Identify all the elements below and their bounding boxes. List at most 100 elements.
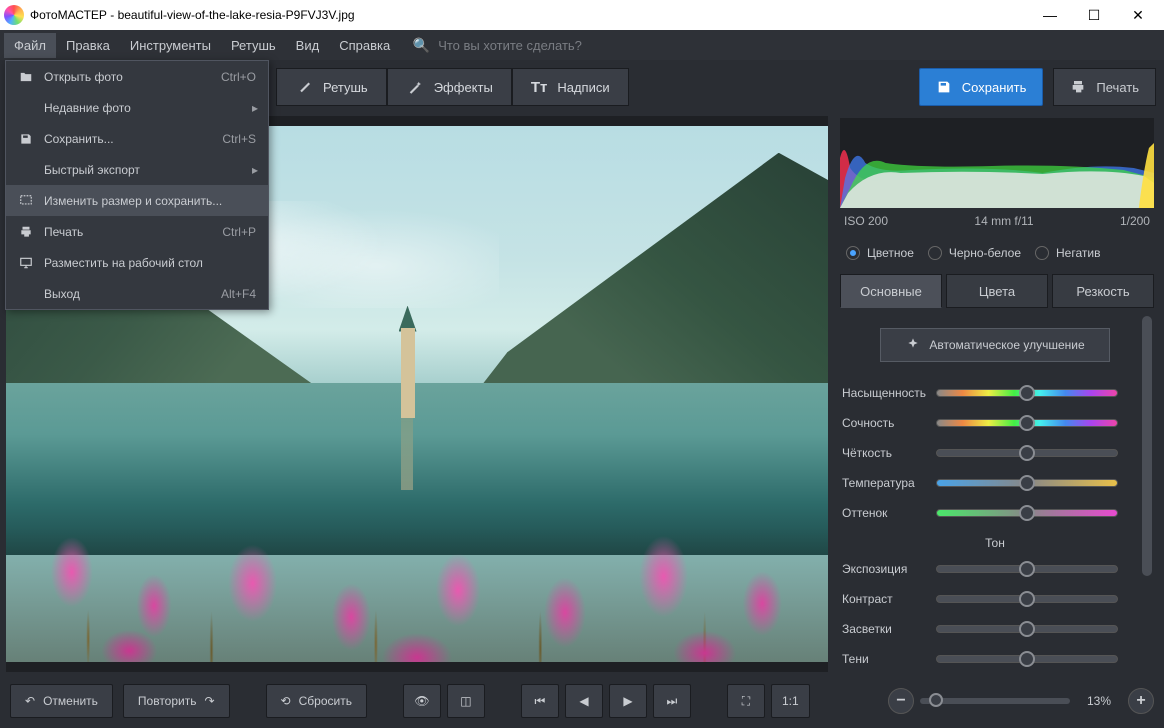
tab-effects[interactable]: Эффекты — [387, 68, 512, 106]
fit-screen-button[interactable]: ⛶ — [727, 684, 765, 718]
slider-saturation[interactable] — [936, 389, 1118, 397]
menubar: Файл Правка Инструменты Ретушь Вид Справ… — [0, 30, 1164, 60]
diskette-icon — [18, 131, 34, 147]
chevron-right-icon: ▶ — [623, 694, 632, 708]
menu-view[interactable]: Вид — [286, 33, 330, 58]
compare-before-button[interactable]: 👁 — [403, 684, 441, 718]
maximize-button[interactable]: ☐ — [1072, 0, 1116, 30]
folder-icon — [18, 69, 34, 85]
compare-split-button[interactable]: ◫ — [447, 684, 485, 718]
ptab-sharp[interactable]: Резкость — [1052, 274, 1154, 308]
wand-icon — [406, 78, 424, 96]
slider-highlights-label: Засветки — [842, 622, 928, 636]
slider-exposure[interactable] — [936, 565, 1118, 573]
nav-last-button[interactable]: ⏭ — [653, 684, 691, 718]
zoom-in-button[interactable]: + — [1128, 688, 1154, 714]
undo-button[interactable]: ↶Отменить — [10, 684, 113, 718]
panel-scrollbar[interactable] — [1140, 314, 1154, 670]
slider-contrast[interactable] — [936, 595, 1118, 603]
chevron-last-icon: ⏭ — [667, 694, 678, 709]
search-icon[interactable]: 🔍 — [408, 37, 434, 54]
zoom-percent: 13% — [1076, 694, 1122, 708]
bottom-bar: ↶Отменить Повторить↷ ⟲Сбросить 👁 ◫ ⏮ ◀ ▶… — [0, 674, 1164, 728]
panel-tabs: Основные Цвета Резкость — [840, 274, 1154, 308]
menu-quick-export[interactable]: Быстрый экспорт ▸ — [6, 154, 268, 185]
zoom-out-button[interactable]: − — [888, 688, 914, 714]
nav-prev-button[interactable]: ◀ — [565, 684, 603, 718]
slider-tint[interactable] — [936, 509, 1118, 517]
brush-icon — [295, 78, 313, 96]
menu-file[interactable]: Файл — [4, 33, 56, 58]
menu-open-photo[interactable]: Открыть фото Ctrl+O — [6, 61, 268, 92]
search-placeholder[interactable]: Что вы хотите сделать? — [438, 38, 582, 53]
diskette-icon — [936, 79, 952, 95]
auto-enhance-button[interactable]: Автоматическое улучшение — [880, 328, 1110, 362]
zoom-1to1-button[interactable]: 1:1 — [771, 684, 810, 718]
section-tone: Тон — [840, 528, 1150, 554]
slider-clarity[interactable] — [936, 449, 1118, 457]
redo-button[interactable]: Повторить↷ — [123, 684, 230, 718]
menu-help[interactable]: Справка — [329, 33, 400, 58]
zoom-slider[interactable] — [920, 698, 1070, 704]
save-label: Сохранить — [962, 80, 1027, 95]
slider-vibrance[interactable] — [936, 419, 1118, 427]
menu-resize-save[interactable]: Изменить размер и сохранить... — [6, 185, 268, 216]
chevron-first-icon: ⏮ — [535, 694, 546, 709]
slider-temperature[interactable] — [936, 479, 1118, 487]
histogram — [840, 118, 1154, 208]
reset-button[interactable]: ⟲Сбросить — [266, 684, 367, 718]
magic-icon — [905, 337, 921, 353]
split-icon: ◫ — [460, 694, 471, 708]
menu-retouch[interactable]: Ретушь — [221, 33, 286, 58]
undo-icon: ↶ — [25, 694, 35, 708]
slider-clarity-label: Чёткость — [842, 446, 928, 460]
minimize-button[interactable]: — — [1028, 0, 1072, 30]
radio-negative[interactable]: Негатив — [1035, 246, 1100, 260]
ptab-colors[interactable]: Цвета — [946, 274, 1048, 308]
exif-shutter: 1/200 — [1120, 214, 1150, 228]
auto-enhance-label: Автоматическое улучшение — [929, 338, 1084, 352]
app-icon — [4, 5, 24, 25]
menu-save[interactable]: Сохранить... Ctrl+S — [6, 123, 268, 154]
resize-icon — [18, 193, 34, 209]
menu-exit[interactable]: Выход Alt+F4 — [6, 278, 268, 309]
tab-text[interactable]: Tᴛ Надписи — [512, 68, 629, 106]
menu-print[interactable]: Печать Ctrl+P — [6, 216, 268, 247]
slider-saturation-label: Насыщенность — [842, 386, 928, 400]
fit-icon: ⛶ — [742, 694, 750, 709]
exif-iso: ISO 200 — [844, 214, 888, 228]
slider-vibrance-label: Сочность — [842, 416, 928, 430]
redo-icon: ↷ — [204, 694, 214, 708]
chevron-left-icon: ◀ — [579, 694, 588, 708]
slider-shadows[interactable] — [936, 655, 1118, 663]
slider-highlights[interactable] — [936, 625, 1118, 633]
save-button[interactable]: Сохранить — [919, 68, 1044, 106]
radio-color[interactable]: Цветное — [846, 246, 914, 260]
tab-retouch-label: Ретушь — [323, 80, 368, 95]
menu-tools[interactable]: Инструменты — [120, 33, 221, 58]
text-icon: Tᴛ — [531, 79, 548, 96]
printer-icon — [18, 224, 34, 240]
menu-recent[interactable]: Недавние фото ▸ — [6, 92, 268, 123]
chevron-right-icon: ▸ — [252, 101, 258, 115]
slider-tint-label: Оттенок — [842, 506, 928, 520]
nav-next-button[interactable]: ▶ — [609, 684, 647, 718]
radio-bw[interactable]: Черно-белое — [928, 246, 1021, 260]
tab-retouch[interactable]: Ретушь — [276, 68, 387, 106]
slider-temp-label: Температура — [842, 476, 928, 490]
nav-first-button[interactable]: ⏮ — [521, 684, 559, 718]
menu-wallpaper[interactable]: Разместить на рабочий стол — [6, 247, 268, 278]
file-menu-dropdown: Открыть фото Ctrl+O Недавние фото ▸ Сохр… — [5, 60, 269, 310]
printer-icon — [1070, 79, 1086, 95]
print-button[interactable]: Печать — [1053, 68, 1156, 106]
chevron-right-icon: ▸ — [252, 163, 258, 177]
ptab-basic[interactable]: Основные — [840, 274, 942, 308]
window-title: ФотоМАСТЕР - beautiful-view-of-the-lake-… — [30, 8, 1028, 22]
monitor-icon — [18, 255, 34, 271]
slider-exposure-label: Экспозиция — [842, 562, 928, 576]
exif-lens: 14 mm f/11 — [974, 214, 1033, 228]
tab-text-label: Надписи — [557, 80, 609, 95]
close-button[interactable]: ✕ — [1116, 0, 1160, 30]
print-label: Печать — [1096, 80, 1139, 95]
menu-edit[interactable]: Правка — [56, 33, 120, 58]
